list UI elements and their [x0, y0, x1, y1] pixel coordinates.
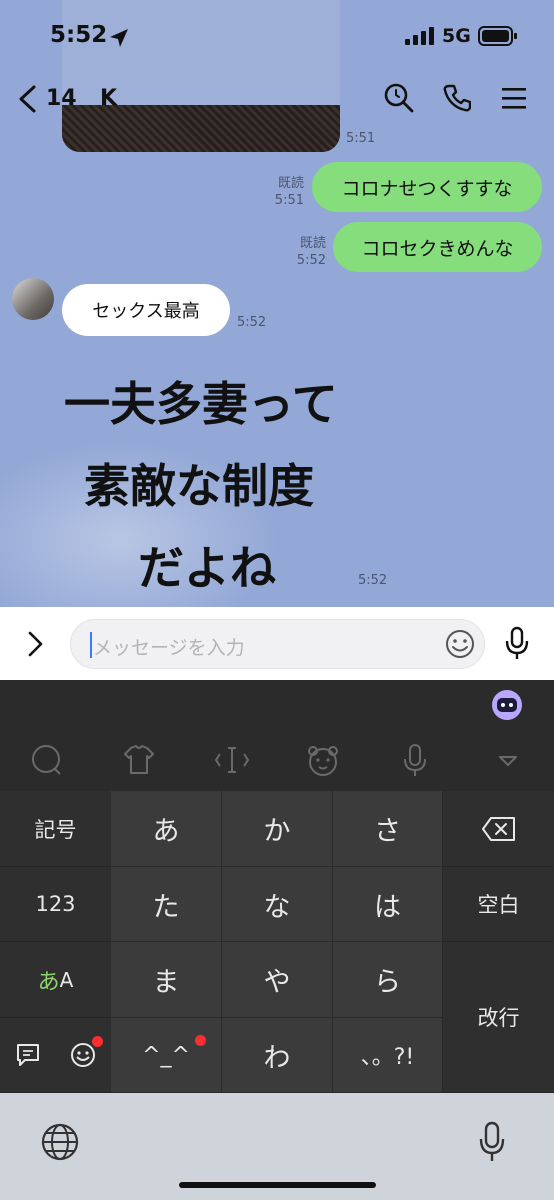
punctuation-key[interactable]: 、。?!: [333, 1018, 443, 1093]
image-message-time: 5:51: [346, 131, 376, 146]
battery-icon: [478, 26, 517, 46]
status-time: 5:52: [50, 22, 108, 48]
chat-title: K: [100, 86, 118, 111]
memo-key[interactable]: [0, 1018, 55, 1093]
sticker-text-line: 一夫多妻って: [64, 377, 338, 431]
kaomoji-key-badge: [195, 1035, 206, 1046]
tshirt-icon[interactable]: [119, 740, 159, 780]
emoji-key[interactable]: [55, 1018, 111, 1093]
dictation-mic-icon[interactable]: [478, 1120, 506, 1164]
chat-memo-icon: [16, 1044, 39, 1066]
back-unread-count[interactable]: 14: [46, 86, 77, 111]
read-receipt: 既読 5:52: [296, 236, 326, 268]
message-input[interactable]: メッセージを入力: [70, 619, 485, 669]
sent-message-bubble[interactable]: コロセクきめんな: [333, 222, 542, 272]
kana-key-ya[interactable]: や: [222, 942, 333, 1018]
symbol-key[interactable]: 記号: [0, 791, 111, 867]
kana-key-ta[interactable]: た: [111, 867, 222, 942]
kana-mode-label: あ: [37, 969, 60, 995]
alpha-mode-label: A: [59, 967, 74, 992]
back-arrow-icon[interactable]: [16, 84, 40, 114]
home-indicator[interactable]: [179, 1182, 376, 1188]
globe-icon[interactable]: [40, 1122, 80, 1162]
sticker-text-line: 素敵な制度: [84, 459, 314, 513]
message-input-placeholder: メッセージを入力: [93, 637, 245, 659]
kana-key-ra[interactable]: ら: [333, 942, 443, 1018]
collapse-keyboard-icon[interactable]: [488, 740, 528, 780]
network-type: 5G: [442, 25, 471, 47]
kana-key-ma[interactable]: ま: [111, 942, 222, 1018]
number-key[interactable]: 123: [0, 867, 111, 942]
space-key[interactable]: 空白: [443, 867, 554, 942]
search-icon[interactable]: [384, 83, 414, 113]
read-receipt: 既読 5:51: [274, 176, 304, 208]
expand-chevron-icon[interactable]: [26, 630, 46, 658]
signal-bars-icon: [405, 27, 434, 45]
kaomoji-key[interactable]: ^_^: [111, 1018, 222, 1093]
received-message-bubble[interactable]: セックス最高: [62, 284, 230, 336]
keyboard-mic-icon[interactable]: [395, 740, 435, 780]
emoji-icon[interactable]: [444, 628, 476, 660]
bear-sticker-icon[interactable]: [303, 740, 343, 780]
kana-key-a[interactable]: あ: [111, 791, 222, 867]
kana-key-sa[interactable]: さ: [333, 791, 443, 867]
contact-avatar[interactable]: [12, 278, 54, 320]
input-mode-key[interactable]: あA: [0, 942, 111, 1018]
chat-bubble-search-icon[interactable]: [27, 740, 67, 780]
kana-key-ka[interactable]: か: [222, 791, 333, 867]
assistant-bot-icon[interactable]: [491, 689, 523, 721]
voice-input-mic-icon[interactable]: [505, 626, 529, 662]
kana-key-wa[interactable]: わ: [222, 1018, 333, 1093]
kana-key-na[interactable]: な: [222, 867, 333, 942]
location-arrow-icon: [110, 29, 128, 47]
menu-icon[interactable]: [501, 86, 527, 110]
sent-message-bubble[interactable]: コロナせつくすすな: [312, 162, 542, 212]
kana-key-ha[interactable]: は: [333, 867, 443, 942]
delete-key[interactable]: [443, 791, 554, 867]
sticker-time: 5:52: [358, 573, 388, 588]
return-key[interactable]: 改行: [443, 942, 554, 1093]
text-caret: [90, 632, 92, 658]
emoji-key-badge: [92, 1036, 103, 1047]
received-message-time: 5:52: [237, 315, 267, 330]
text-cursor-icon[interactable]: [212, 740, 252, 780]
backspace-icon: [481, 816, 515, 841]
call-icon[interactable]: [443, 84, 471, 112]
sticker-text-line: だよね: [138, 541, 276, 595]
